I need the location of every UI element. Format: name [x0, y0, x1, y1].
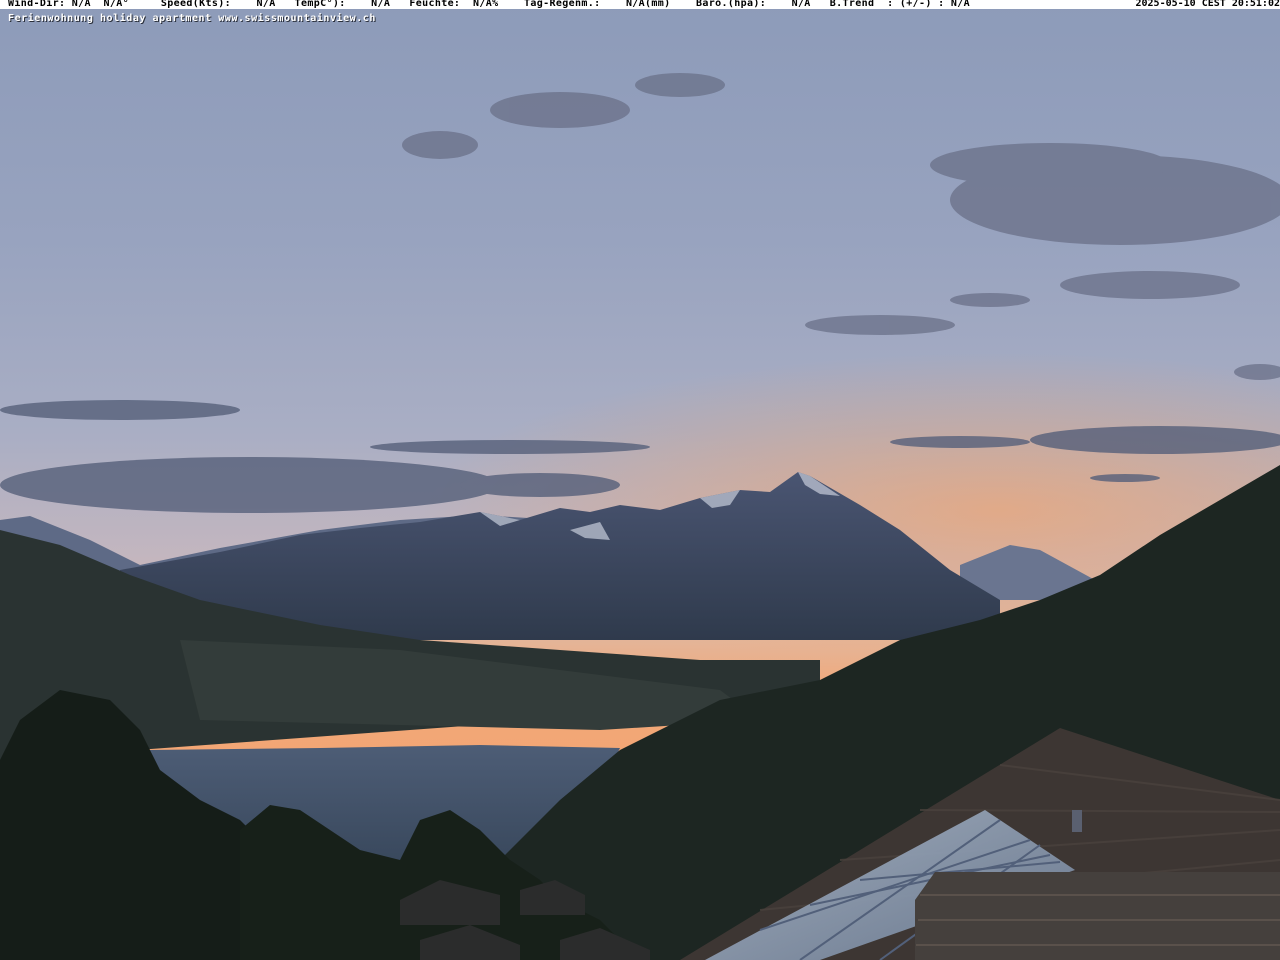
webcam-caption: Ferienwohnung holiday apartment www.swis…	[8, 13, 376, 24]
timestamp: 2025-05-10 CEST 20:51:02	[1135, 0, 1280, 9]
mountain-lake-sunset-photo	[0, 0, 1280, 960]
weather-readout: Wind-Dir: N/A N/A° Speed(Kts): N/A TempC…	[8, 0, 970, 9]
webcam-view: Wind-Dir: N/A N/A° Speed(Kts): N/A TempC…	[0, 0, 1280, 960]
